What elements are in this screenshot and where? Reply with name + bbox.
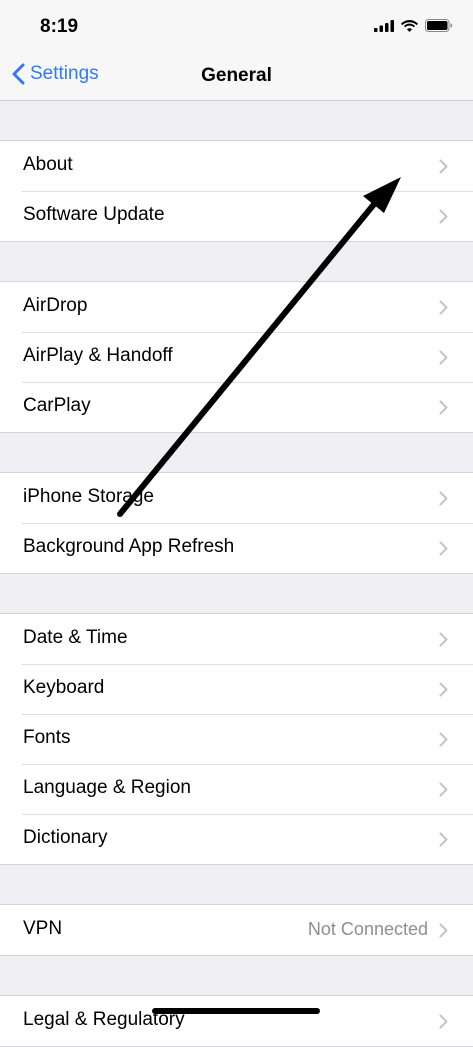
chevron-right-icon xyxy=(439,732,448,747)
row-value: Not Connected xyxy=(307,919,428,939)
row-airdrop[interactable]: AirDrop xyxy=(0,282,473,332)
chevron-right-icon xyxy=(439,400,448,415)
row-label: Date & Time xyxy=(23,627,128,648)
row-label: Keyboard xyxy=(23,677,105,698)
nav-bar: Settings General xyxy=(0,52,473,101)
settings-group: AirDrop AirPlay & Handoff CarPlay xyxy=(0,281,473,433)
settings-list: About Software Update AirDrop AirPlay & Han… xyxy=(0,101,473,1047)
page-title: General xyxy=(201,65,272,86)
settings-group: VPN Not Connected xyxy=(0,904,473,956)
settings-group: Legal & Regulatory xyxy=(0,995,473,1047)
chevron-right-icon xyxy=(439,632,448,647)
status-time: 8:19 xyxy=(40,16,79,37)
chevron-right-icon xyxy=(439,209,448,224)
chevron-right-icon xyxy=(439,682,448,697)
chevron-right-icon xyxy=(439,541,448,556)
row-label: Background App Refresh xyxy=(23,536,235,557)
row-label: Software Update xyxy=(23,204,165,225)
row-label: Language & Region xyxy=(23,777,191,798)
row-date-and-time[interactable]: Date & Time xyxy=(0,614,473,664)
row-label: iPhone Storage xyxy=(23,486,154,507)
row-language-and-region[interactable]: Language & Region xyxy=(0,764,473,814)
row-background-app-refresh[interactable]: Background App Refresh xyxy=(0,523,473,573)
row-iphone-storage[interactable]: iPhone Storage xyxy=(0,473,473,523)
row-airplay-and-handoff[interactable]: AirPlay & Handoff xyxy=(0,332,473,382)
row-label: CarPlay xyxy=(23,395,91,416)
row-vpn[interactable]: VPN Not Connected xyxy=(0,905,473,955)
row-label: Fonts xyxy=(23,727,71,748)
chevron-right-icon xyxy=(439,832,448,847)
chevron-right-icon xyxy=(439,782,448,797)
row-carplay[interactable]: CarPlay xyxy=(0,382,473,432)
row-label: VPN xyxy=(23,918,63,939)
row-label: AirPlay & Handoff xyxy=(23,345,173,366)
row-label: AirDrop xyxy=(23,295,88,316)
signal-icon xyxy=(374,20,394,32)
row-fonts[interactable]: Fonts xyxy=(0,714,473,764)
row-keyboard[interactable]: Keyboard xyxy=(0,664,473,714)
chevron-right-icon xyxy=(439,1014,448,1029)
row-label: Dictionary xyxy=(23,827,108,848)
chevron-right-icon xyxy=(439,923,448,938)
settings-group: iPhone Storage Background App Refresh xyxy=(0,472,473,574)
chevron-right-icon xyxy=(439,300,448,315)
chevron-right-icon xyxy=(439,159,448,174)
row-legal-and-regulatory[interactable]: Legal & Regulatory xyxy=(0,996,473,1046)
row-dictionary[interactable]: Dictionary xyxy=(0,814,473,864)
chevron-right-icon xyxy=(439,350,448,365)
home-indicator xyxy=(152,1008,320,1014)
settings-group: Date & Time Keyboard Fonts Language & Regio… xyxy=(0,613,473,865)
wifi-icon xyxy=(401,20,418,32)
row-software-update[interactable]: Software Update xyxy=(0,191,473,241)
status-bar: 8:19 xyxy=(0,0,473,52)
status-icons xyxy=(374,19,453,32)
row-about[interactable]: About xyxy=(0,141,473,191)
battery-icon xyxy=(425,19,453,32)
chevron-right-icon xyxy=(439,491,448,506)
row-label: About xyxy=(23,154,73,175)
settings-group: About Software Update xyxy=(0,140,473,242)
